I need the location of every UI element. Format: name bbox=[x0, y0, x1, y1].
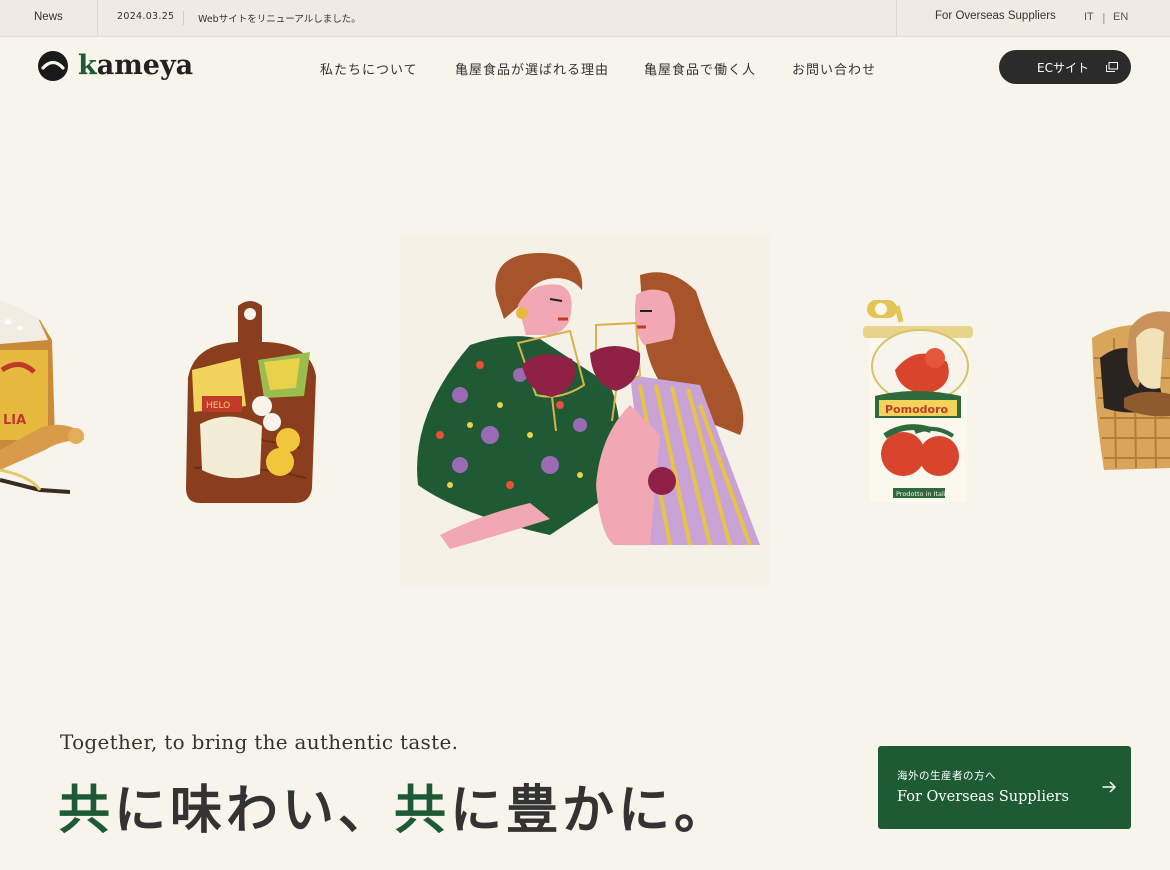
overseas-suppliers-cta-button[interactable]: 海外の生産者の方へ For Overseas Suppliers bbox=[878, 746, 1131, 829]
svg-text:LIA: LIA bbox=[3, 413, 26, 428]
mushroom-basket-illustration bbox=[1092, 311, 1170, 470]
nav-contact[interactable]: お問い合わせ bbox=[792, 59, 876, 78]
lang-en-link[interactable]: EN bbox=[1113, 11, 1128, 23]
cta-subtitle: 海外の生産者の方へ bbox=[897, 770, 996, 782]
divider bbox=[97, 0, 98, 36]
overseas-suppliers-link[interactable]: For Overseas Suppliers bbox=[935, 10, 1056, 22]
top-news-bar: News 2024.03.25 Webサイトをリニューアルしました。 For O… bbox=[0, 0, 1170, 37]
flour-bag-illustration: LIA bbox=[0, 300, 84, 494]
ec-site-label: ECサイト bbox=[1037, 61, 1089, 75]
nav-reasons[interactable]: 亀屋食品が選ばれる理由 bbox=[455, 59, 609, 78]
news-label[interactable]: News bbox=[34, 11, 63, 23]
tagline-english: Together, to bring the authentic taste. bbox=[60, 730, 459, 754]
cta-title: For Overseas Suppliers bbox=[897, 789, 1069, 805]
logo-wordmark: kameya bbox=[78, 49, 194, 81]
news-headline-link[interactable]: Webサイトをリニューアルしました。 bbox=[198, 11, 361, 25]
external-window-icon bbox=[1106, 62, 1118, 72]
nav-about[interactable]: 私たちについて bbox=[320, 59, 418, 78]
nav-people[interactable]: 亀屋食品で働く人 bbox=[644, 59, 756, 78]
lang-separator: | bbox=[1102, 11, 1106, 24]
lang-it-link[interactable]: IT bbox=[1084, 11, 1094, 23]
news-date: 2024.03.25 bbox=[117, 11, 175, 22]
arrow-right-icon bbox=[1102, 781, 1116, 793]
svg-text:HELO: HELO bbox=[206, 401, 230, 411]
ec-site-button[interactable]: ECサイト bbox=[999, 50, 1131, 84]
people-toasting-wine-illustration bbox=[400, 235, 770, 585]
tagline-japanese: 共に味わい、共に豊かに。 bbox=[58, 781, 731, 841]
kameya-logo[interactable]: kameya bbox=[38, 50, 193, 82]
svg-text:Pomodoro: Pomodoro bbox=[885, 403, 948, 416]
tomato-can-illustration: Pomodoro Prodotto in Italia bbox=[863, 300, 973, 502]
turtle-shell-logo-icon bbox=[38, 51, 68, 81]
divider bbox=[896, 0, 897, 36]
svg-text:Prodotto in Italia: Prodotto in Italia bbox=[896, 490, 950, 498]
cheese-board-illustration: HELO bbox=[186, 301, 316, 503]
divider bbox=[183, 11, 184, 25]
